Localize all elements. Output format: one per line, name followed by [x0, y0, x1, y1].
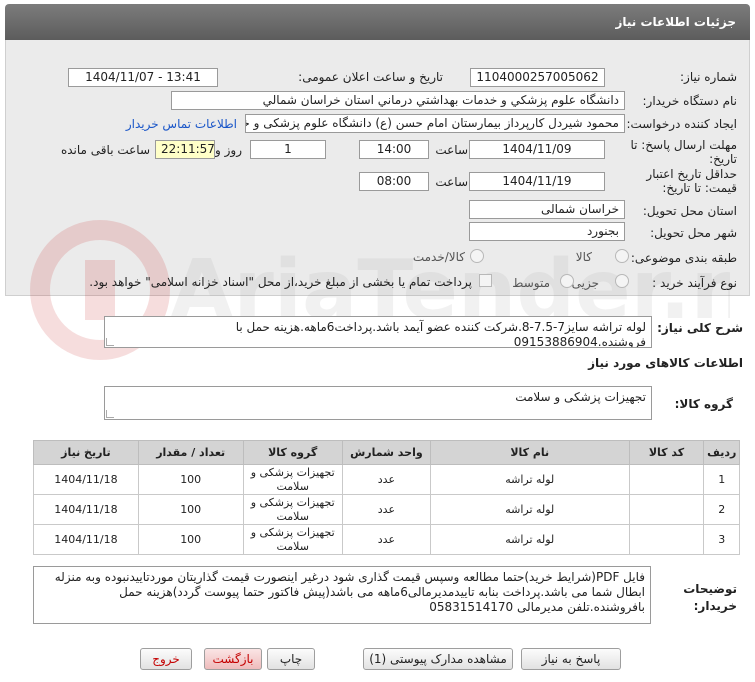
reply-button[interactable]: پاسخ به نیاز: [521, 648, 621, 670]
cell-goods-code: [628, 494, 705, 525]
cell-goods-code: [628, 524, 705, 555]
cell-quantity: 100: [137, 524, 244, 555]
goods-group-label: گروه کالا:: [674, 397, 733, 411]
page-title-bar: جزئیات اطلاعات نیاز: [5, 4, 750, 40]
col-goods-code: کد کالا: [628, 440, 705, 465]
category-goods-label: کالا: [575, 250, 592, 264]
category-goods-service-label: کالا/خدمت: [412, 250, 465, 264]
cell-unit: عدد: [341, 524, 432, 555]
page-title: جزئیات اطلاعات نیاز: [615, 15, 736, 29]
cell-goods-group: تجهیزات پزشکی و سلامت: [242, 494, 343, 525]
cell-row-number: 2: [703, 494, 740, 525]
announce-date-label: تاریخ و ساعت اعلان عمومی:: [298, 70, 443, 84]
buyer-notes-label-2: خریدار:: [693, 599, 737, 613]
summary-text: لوله تراشه سایز7-7.5-8.شرکت کننده عضو آی…: [235, 320, 646, 348]
resize-grip-icon[interactable]: [106, 410, 114, 418]
cell-need-date: 1404/11/18: [33, 524, 139, 555]
validity-time-label: ساعت: [435, 175, 468, 189]
city-field: بجنورد: [469, 222, 625, 241]
goods-section-title: اطلاعات کالاهای مورد نیاز: [588, 356, 743, 370]
treasury-payment-note: پرداخت تمام یا بخشی از مبلغ خرید،از محل …: [89, 275, 472, 289]
treasury-payment-checkbox[interactable]: [479, 274, 492, 287]
process-medium-radio[interactable]: [560, 274, 574, 288]
category-goods-radio[interactable]: [615, 249, 629, 263]
cell-goods-name: لوله تراشه: [430, 464, 630, 495]
cell-quantity: 100: [137, 464, 244, 495]
cell-goods-group: تجهیزات پزشکی و سلامت: [242, 524, 343, 555]
remaining-label: ساعت باقی مانده: [60, 143, 150, 157]
buyer-contact-link[interactable]: اطلاعات تماس خریدار: [126, 117, 237, 131]
requester-field: محمود شیردل کارپرداز بیمارستان امام حسن …: [245, 114, 625, 133]
reply-time-field: 14:00: [359, 140, 429, 159]
cell-goods-name: لوله تراشه: [430, 494, 630, 525]
goods-group-text: تجهیزات پزشکی و سلامت: [515, 390, 646, 404]
reply-date-field: 1404/11/09: [469, 140, 605, 159]
summary-label: شرح کلی نیاز:: [657, 321, 743, 335]
goods-table: ردیف کد کالا نام کالا واحد شمارش گروه کا…: [33, 440, 740, 555]
buyer-org-label: نام دستگاه خریدار:: [642, 94, 738, 108]
need-number-label: شماره نیاز:: [680, 70, 737, 84]
cell-unit: عدد: [341, 494, 432, 525]
days-label: روز و: [215, 143, 242, 157]
validity-time-field: 08:00: [359, 172, 429, 191]
col-need-date: تاریخ نیاز: [33, 440, 139, 465]
cell-quantity: 100: [137, 494, 244, 525]
reply-time-label: ساعت: [435, 143, 468, 157]
print-button[interactable]: چاپ: [267, 648, 315, 670]
buyer-notes-label: توضیحات: [683, 582, 737, 596]
summary-textarea: لوله تراشه سایز7-7.5-8.شرکت کننده عضو آی…: [104, 316, 652, 348]
city-label: شهر محل تحویل:: [650, 226, 737, 240]
buyer-org-field: دانشگاه علوم پزشکي و خدمات بهداشتي درمان…: [171, 91, 625, 110]
need-number-field: 1104000257005062: [470, 68, 605, 87]
cell-goods-name: لوله تراشه: [430, 524, 630, 555]
province-field: خراسان شمالی: [469, 200, 625, 219]
reply-deadline-label-date: تاریخ:: [709, 152, 737, 166]
process-medium-label: متوسط: [512, 276, 550, 290]
cell-row-number: 1: [703, 464, 740, 495]
process-partial-label: جزیی: [571, 276, 599, 290]
buyer-notes-text: فایل PDF(شرایط خرید)حتما مطالعه وسپس قیم…: [54, 570, 645, 614]
table-header-row: ردیف کد کالا نام کالا واحد شمارش گروه کا…: [33, 440, 740, 465]
back-button[interactable]: بازگشت: [204, 648, 262, 670]
cell-need-date: 1404/11/18: [33, 494, 139, 525]
validity-label-date: قیمت: تا تاریخ:: [662, 181, 737, 195]
reply-deadline-label: مهلت ارسال پاسخ: تا: [630, 138, 737, 152]
col-goods-group: گروه کالا: [242, 440, 343, 465]
remaining-days-field: 1: [250, 140, 326, 159]
table-row: 2 لوله تراشه عدد تجهیزات پزشکی و سلامت 1…: [33, 494, 740, 525]
announce-date-field: 1404/11/07 - 13:41: [68, 68, 218, 87]
col-row-number: ردیف: [703, 440, 740, 465]
goods-group-textarea: تجهیزات پزشکی و سلامت: [104, 386, 652, 420]
cell-goods-code: [628, 464, 705, 495]
buyer-notes-textarea: فایل PDF(شرایط خرید)حتما مطالعه وسپس قیم…: [33, 566, 651, 624]
validity-label: حداقل تاریخ اعتبار: [646, 167, 737, 181]
view-attachments-button[interactable]: مشاهده مدارک پیوستی (1): [363, 648, 513, 670]
col-goods-name: نام کالا: [430, 440, 630, 465]
cell-need-date: 1404/11/18: [33, 464, 139, 495]
category-label: طبقه بندی موضوعی:: [630, 251, 737, 265]
cell-goods-group: تجهیزات پزشکی و سلامت: [242, 464, 343, 495]
process-label: نوع فرآیند خرید :: [652, 276, 737, 290]
col-quantity: تعداد / مقدار: [137, 440, 244, 465]
province-label: استان محل تحویل:: [642, 204, 737, 218]
remaining-time-field: 22:11:57: [155, 140, 215, 159]
table-row: 1 لوله تراشه عدد تجهیزات پزشکی و سلامت 1…: [33, 464, 740, 495]
table-row: 3 لوله تراشه عدد تجهیزات پزشکی و سلامت 1…: [33, 524, 740, 555]
validity-date-field: 1404/11/19: [469, 172, 605, 191]
resize-grip-icon[interactable]: [106, 338, 114, 346]
exit-button[interactable]: خروج: [140, 648, 192, 670]
cell-unit: عدد: [341, 464, 432, 495]
requester-label: ایجاد کننده درخواست:: [626, 117, 737, 131]
cell-row-number: 3: [703, 524, 740, 555]
category-goods-service-radio[interactable]: [470, 249, 484, 263]
col-unit: واحد شمارش: [341, 440, 432, 465]
process-partial-radio[interactable]: [615, 274, 629, 288]
